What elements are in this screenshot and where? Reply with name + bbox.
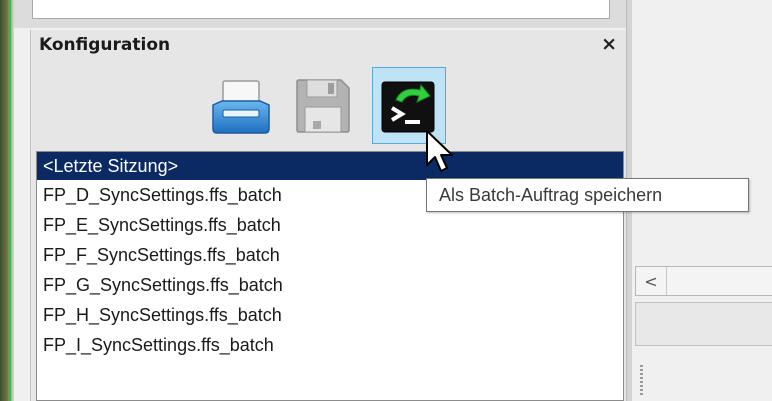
top-panel-list — [32, 0, 610, 19]
top-panel — [14, 0, 626, 28]
printer-tray-icon — [212, 79, 270, 134]
list-item[interactable]: <Letzte Sitzung> — [37, 152, 623, 180]
scroll-left-button[interactable]: < — [636, 267, 667, 295]
resize-grip-icon[interactable] — [640, 365, 643, 395]
save-config-button[interactable] — [286, 67, 360, 144]
terminal-batch-icon — [381, 81, 435, 132]
floppy-disk-icon — [296, 78, 350, 133]
list-item[interactable]: FP_E_SyncSettings.ffs_batch — [37, 210, 623, 240]
list-item[interactable]: FP_I_SyncSettings.ffs_batch — [37, 330, 623, 360]
configuration-panel: Konfiguration × <Letzte Sitzung> FP_D_Sy… — [30, 30, 627, 401]
panel-title: Konfiguration — [39, 35, 171, 55]
list-item[interactable]: FP_F_SyncSettings.ffs_batch — [37, 240, 623, 270]
tooltip: Als Batch-Auftrag speichern — [426, 178, 749, 212]
open-config-button[interactable] — [204, 67, 278, 144]
list-item[interactable]: FP_G_SyncSettings.ffs_batch — [37, 270, 623, 300]
close-button[interactable]: × — [601, 34, 617, 54]
right-pane-box — [635, 302, 772, 346]
list-item[interactable]: FP_H_SyncSettings.ffs_batch — [37, 300, 623, 330]
mouse-pointer-icon — [426, 130, 453, 172]
green-accent-line — [9, 0, 11, 401]
left-window-edge — [0, 0, 14, 401]
horizontal-scrollbar[interactable]: < — [635, 266, 772, 296]
